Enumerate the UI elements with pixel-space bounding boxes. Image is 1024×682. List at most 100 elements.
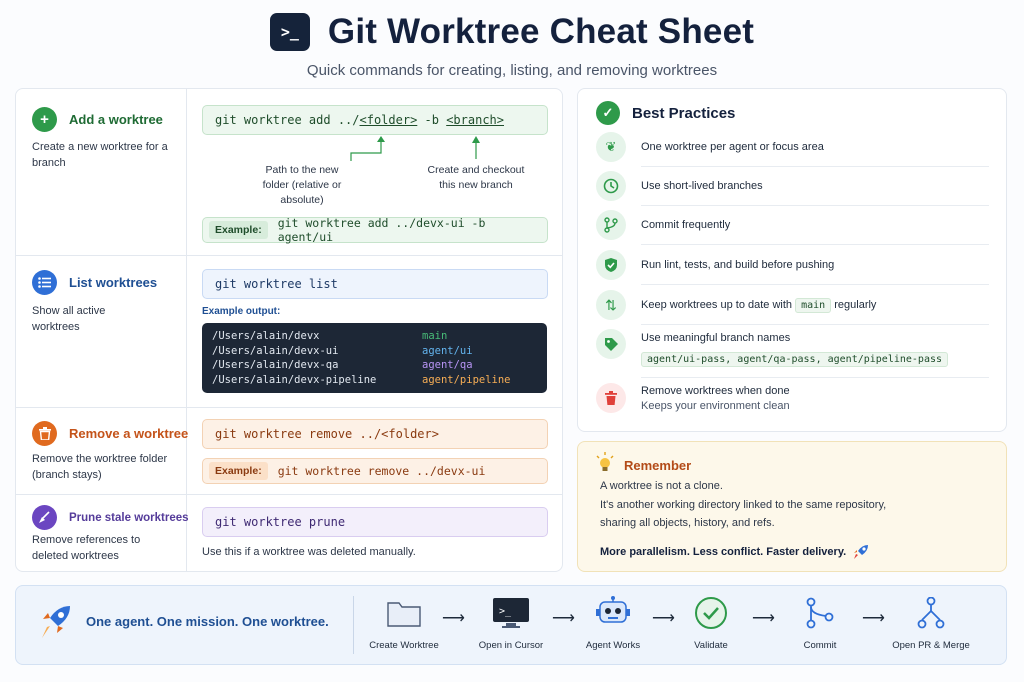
best-practice-item: Commit frequently — [596, 210, 990, 240]
best-practices-card: ✓ Best Practices ❦ One worktree per agen… — [577, 88, 1007, 432]
divider — [641, 377, 989, 378]
git-commit-icon — [775, 596, 865, 630]
pull-request-icon — [886, 596, 976, 630]
remember-line-1: A worktree is not a clone. — [600, 480, 723, 492]
text-after-chip: regularly — [831, 299, 877, 311]
shield-check-icon — [596, 250, 626, 280]
output-row: /Users/alain/devx-qa agent/qa — [212, 358, 537, 373]
branch-names-block: Use meaningful branch names agent/ui-pas… — [641, 332, 949, 367]
trash-icon — [596, 383, 626, 413]
add-example-cmd: git worktree add ../devx-ui -b agent/ui — [277, 216, 486, 244]
rocket-icon — [854, 545, 869, 559]
add-section-header: + Add a worktree — [32, 107, 163, 132]
best-practice-item: Use meaningful branch names agent/ui-pas… — [596, 329, 990, 367]
step-label: Validate — [694, 640, 728, 651]
remember-line-2: It's another working directory linked to… — [600, 499, 887, 511]
column-divider — [186, 89, 187, 571]
folder-icon — [359, 596, 449, 630]
remember-tagline: More parallelism. Less conflict. Faster … — [600, 546, 847, 558]
terminal-icon: >_ — [269, 13, 310, 51]
prune-section-desc: Remove references to deleted worktrees — [32, 534, 141, 562]
prune-note: Use this if a worktree was deleted manua… — [202, 546, 416, 558]
arrow-icon: ⟶ — [442, 610, 465, 627]
output-branch: agent/ui — [422, 344, 473, 357]
step-label: Open in Cursor — [478, 640, 544, 651]
broom-icon — [32, 505, 57, 530]
best-practice-subtext: Keeps your environment clean — [641, 399, 790, 412]
remove-section-desc: Remove the worktree folder (branch stays… — [32, 453, 168, 481]
folder-arrow-head — [377, 136, 385, 142]
list-icon — [32, 270, 57, 295]
section-divider — [16, 407, 562, 408]
divider — [641, 244, 989, 245]
prune-section-title: Prune stale worktrees — [69, 511, 189, 524]
flow-step: Commit — [775, 596, 865, 651]
tag-icon — [596, 329, 626, 359]
remember-title: Remember — [624, 458, 692, 473]
check-circle-icon — [666, 596, 756, 630]
step-label: Create Worktree — [369, 640, 439, 651]
step-label: Commit — [803, 640, 837, 651]
flow-step: Create Worktree — [359, 596, 449, 651]
add-example-label: Example: — [209, 221, 268, 239]
add-cmd-branch: <branch> — [446, 113, 504, 127]
divider — [641, 166, 989, 167]
arrow-icon: ⟶ — [752, 610, 775, 627]
leaf-icon: ❦ — [596, 132, 626, 162]
list-section-header: List worktrees — [32, 270, 157, 295]
best-practices-title: Best Practices — [632, 104, 736, 122]
prune-section-header: Prune stale worktrees — [32, 505, 189, 530]
list-section-title: List worktrees — [69, 275, 158, 290]
main-branch-chip: main — [795, 298, 832, 313]
section-divider — [16, 494, 562, 495]
add-section-title: Add a worktree — [69, 112, 163, 127]
robot-icon — [568, 596, 658, 630]
add-cmd-mid: -b — [417, 113, 447, 127]
output-branch: main — [422, 330, 448, 342]
best-practice-text: Run lint, tests, and build before pushin… — [641, 259, 835, 271]
clock-icon — [596, 171, 626, 201]
flow-step: Validate — [666, 596, 756, 651]
remember-header: Remember — [596, 452, 691, 479]
workflow-strip: One agent. One mission. One worktree. Cr… — [15, 585, 1007, 665]
output-row: /Users/alain/devx main — [212, 329, 537, 344]
commands-card: + Add a worktree Create a new worktree f… — [15, 88, 563, 572]
best-practice-item: Use short-lived branches — [596, 171, 990, 201]
add-command[interactable]: git worktree add ../<folder> -b <branch> — [202, 105, 548, 135]
section-divider — [16, 255, 562, 256]
list-section-desc: Show all active worktrees — [32, 305, 106, 333]
output-path: /Users/alain/devx-qa — [212, 359, 339, 371]
page-title: Git Worktree Cheat Sheet — [327, 12, 755, 51]
trash-icon — [32, 421, 57, 446]
remove-example[interactable]: Example: git worktree remove ../devx-ui — [202, 458, 548, 484]
folder-annotation: Path to the new folder (relative or abso… — [262, 164, 342, 206]
plus-icon: + — [32, 107, 57, 132]
prune-command[interactable]: git worktree prune — [202, 507, 548, 537]
remove-command[interactable]: git worktree remove ../<folder> — [202, 419, 548, 449]
output-row: /Users/alain/devx-pipeline agent/pipeline — [212, 373, 537, 388]
remove-section-header: Remove a worktree — [32, 421, 188, 446]
remember-line-3: sharing all objects, history, and refs. — [600, 517, 775, 529]
sync-arrows-icon: ⇅ — [596, 290, 626, 320]
annotation-arrows — [350, 136, 385, 161]
cheat-sheet: >_ Git Worktree Cheat Sheet Quick comman… — [0, 0, 1024, 682]
flow-step: Open PR & Merge — [886, 596, 976, 651]
list-command[interactable]: git worktree list — [202, 269, 548, 299]
step-label: Agent Works — [585, 640, 641, 651]
remove-section-title: Remove a worktree — [69, 426, 189, 441]
add-section-desc: Create a new worktree for a branch — [32, 141, 168, 169]
remove-example-cmd: git worktree remove ../devx-ui — [277, 464, 486, 478]
header: >_ Git Worktree Cheat Sheet Quick comman… — [0, 12, 1024, 79]
add-cmd-folder: <folder> — [359, 113, 418, 127]
folder-arrow-line — [350, 137, 382, 161]
lightbulb-icon — [596, 452, 614, 479]
add-cmd-prefix: git worktree add ../ — [215, 113, 360, 127]
best-practice-item: ⇅ Keep worktrees up to date with main re… — [596, 290, 990, 320]
best-practice-item: Run lint, tests, and build before pushin… — [596, 250, 990, 280]
remember-tagline-row: More parallelism. Less conflict. Faster … — [600, 543, 870, 561]
monitor-icon: >_ — [466, 596, 556, 630]
output-path: /Users/alain/devx — [212, 330, 320, 342]
best-practice-item: Remove worktrees when done Keeps your en… — [596, 383, 990, 413]
best-practice-text: Remove worktrees when done — [641, 384, 790, 397]
add-example[interactable]: Example: git worktree add ../devx-ui -b … — [202, 216, 548, 244]
